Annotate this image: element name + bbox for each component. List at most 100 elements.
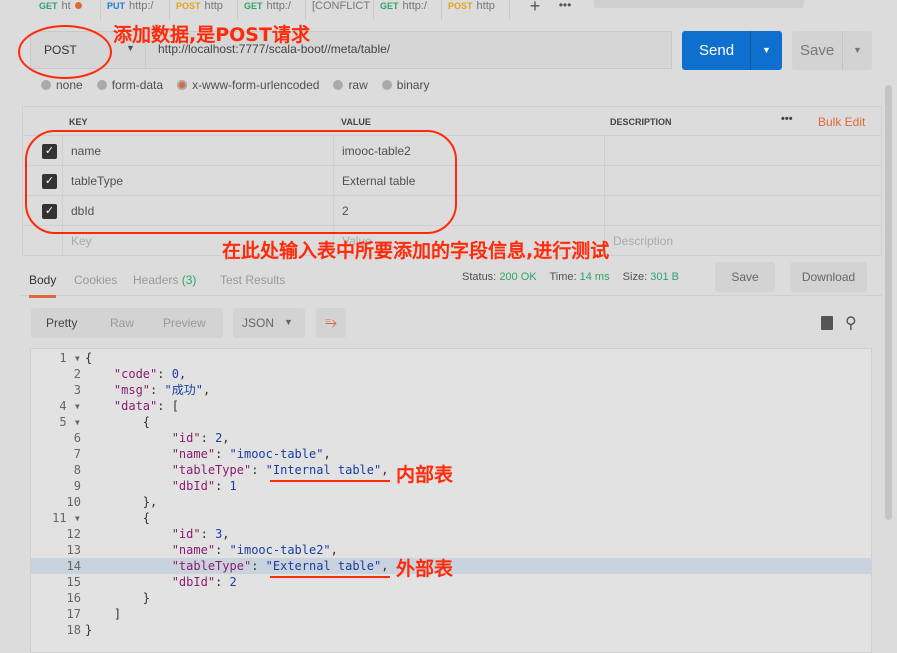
request-tab[interactable]: [CONFLICT [306,0,374,20]
body-type-form-data[interactable]: form-data [96,78,163,92]
request-tab[interactable]: POST http [442,0,510,20]
description-cell[interactable] [604,196,882,226]
code-token: { [85,511,151,525]
code-token: "data" [113,399,158,413]
code-token: "id" [171,527,201,541]
view-raw[interactable]: Raw [110,316,134,330]
more-icon[interactable]: ••• [781,113,793,125]
body-type-label: x-www-form-urlencoded [192,78,320,92]
format-select[interactable]: JSON ▼ [233,308,305,338]
radio-icon [381,80,392,90]
tab-label: http:/ [402,0,427,12]
code-line: "dbId": 1 [85,478,237,494]
scrollbar[interactable] [885,85,892,520]
code-line: "name": "imooc-table", [85,446,331,462]
code-token: "External table" [265,559,382,573]
body-type-raw[interactable]: raw [333,78,368,92]
body-type-none[interactable]: none [41,78,83,92]
download-button[interactable]: Download [790,262,867,292]
save-response-button[interactable]: Save [715,262,775,292]
line-number: 2 [73,367,81,381]
code-token: } [85,623,93,637]
line-number: 12 [66,527,81,541]
code-token: { [85,415,151,429]
radio-icon [96,80,107,90]
code-token: : [200,431,216,445]
code-line: { [85,510,150,526]
search-icon[interactable]: ⚲ [845,313,857,333]
code-line: "name": "imooc-table2", [85,542,338,558]
send-button[interactable]: Send ▼ [682,31,782,70]
body-type-label: binary [396,78,430,92]
new-tab-button[interactable]: + [520,0,550,18]
code-token: "成功" [164,383,203,397]
status-value: 200 OK [499,271,537,283]
code-token: , [178,367,187,381]
code-line: "id": 2, [85,430,230,446]
description-cell[interactable] [604,166,882,196]
request-tab[interactable]: GET ht [33,0,101,20]
body-type-x-www-form-urlencoded[interactable]: x-www-form-urlencoded [177,78,319,92]
body-type-options: none form-data x-www-form-urlencoded raw bin… [41,78,443,92]
line-number: 8 [73,463,81,477]
request-tab[interactable]: PUT http:/ [101,0,170,20]
send-label: Send [699,42,735,59]
view-preview[interactable]: Preview [163,316,206,330]
code-line: "data": [ [85,398,179,414]
size-value: 301 B [650,271,679,283]
description-input[interactable]: Description [604,226,882,256]
body-type-binary[interactable]: binary [381,78,430,92]
tab-cookies[interactable]: Cookies [74,273,117,287]
code-line: "tableType": "Internal table", [85,462,389,478]
code-token: , [222,527,230,541]
header-description: DESCRIPTION [610,117,672,127]
bulk-edit-link[interactable]: Bulk Edit [818,115,865,129]
tab-body[interactable]: Body [29,273,57,298]
method-badge: POST [176,1,201,11]
code-token: , [323,447,331,461]
line-number: 18 [66,623,81,637]
more-tabs-button[interactable]: ••• [552,0,578,18]
tab-headers[interactable]: Headers (3) [133,273,196,287]
environment-select[interactable] [594,0,804,8]
chevron-down-icon[interactable]: ▼ [750,31,782,70]
request-tab[interactable]: GET http:/ [374,0,442,20]
method-badge: PUT [107,1,125,11]
code-token: "imooc-table" [229,447,324,461]
copy-icon[interactable] [821,316,833,330]
code-line: } [85,590,150,606]
code-token: "dbId" [171,575,216,589]
code-token: : [ [157,399,179,413]
code-token: "Internal table" [265,463,382,477]
request-tab[interactable]: GET http:/ [238,0,306,20]
code-token: "code" [113,367,158,381]
size-label: Size: [622,271,648,283]
line-number: 16 [66,591,81,605]
description-cell[interactable] [604,136,882,166]
save-request-button[interactable]: Save ▼ [792,31,872,70]
code-token: "dbId" [171,479,216,493]
annotation-circle-fields [25,130,457,234]
view-pretty[interactable]: Pretty [46,316,77,330]
code-line: }, [85,494,157,510]
line-number: 17 [66,607,81,621]
code-token: , [330,543,338,557]
code-line: "id": 3, [85,526,230,542]
response-body-editor[interactable]: 1 ▾ {2 "code": 0, 3 "msg": "成功", 4 ▾ "data"… [30,348,872,653]
response-meta: Status: 200 OK Time: 14 ms Size: 301 B [462,271,679,283]
chevron-down-icon[interactable]: ▼ [842,31,872,70]
code-token: ] [85,607,122,621]
tab-test-results[interactable]: Test Results [220,273,285,287]
line-number: 6 [73,431,81,445]
annotation-input: 在此处输入表中所要添加的字段信息,进行测试 [222,240,610,262]
line-number: 15 [66,575,81,589]
wrap-lines-icon[interactable]: ⥱ [316,308,346,338]
request-tab[interactable]: POST http [170,0,238,20]
line-number: 3 [73,383,81,397]
body-type-label: none [56,78,83,92]
